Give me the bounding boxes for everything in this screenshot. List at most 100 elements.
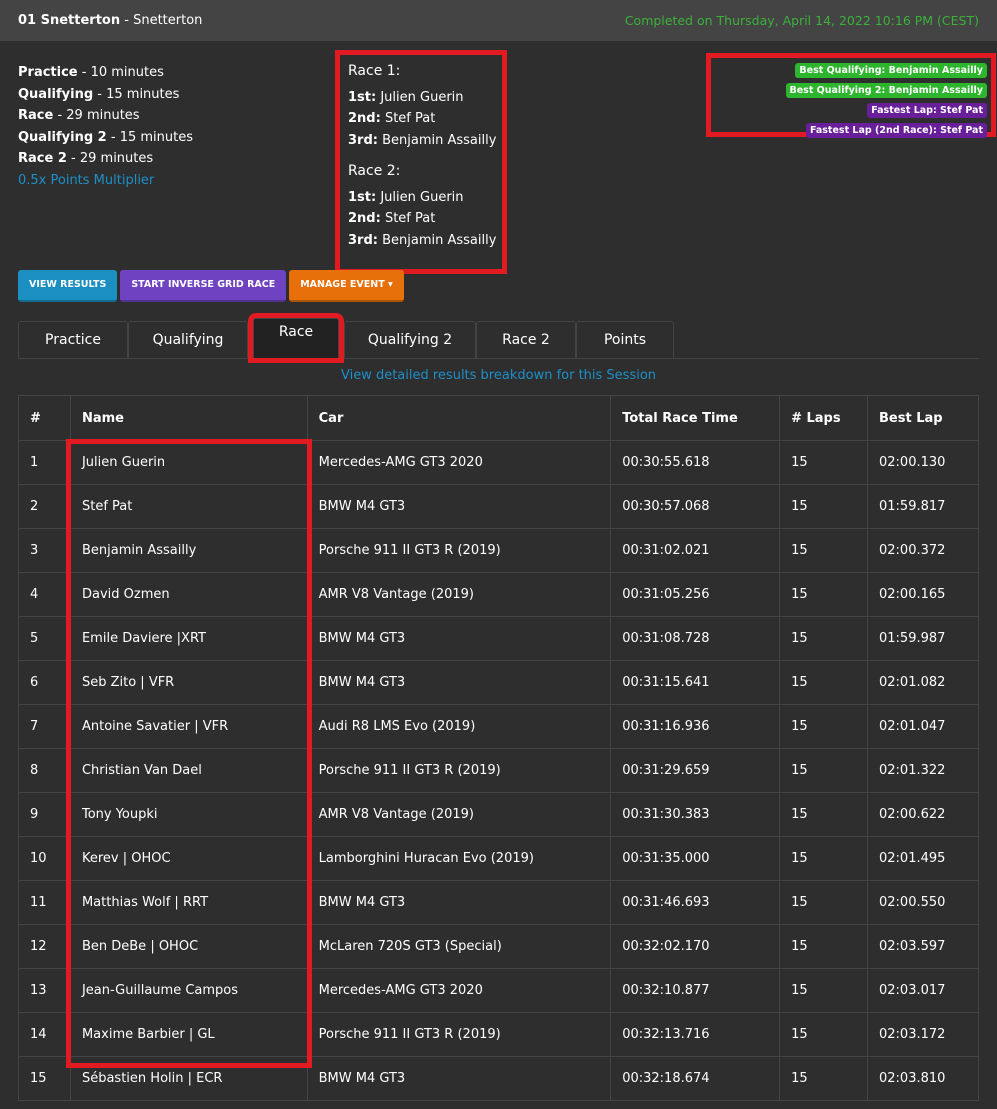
tab-race[interactable]: Race <box>248 313 344 363</box>
total-race-time-cell: 00:31:16.936 <box>610 704 781 749</box>
award-badge: Best Qualifying 2: Benjamin Assailly <box>785 83 987 98</box>
car-cell: McLaren 720S GT3 (Special) <box>306 924 612 969</box>
total-race-time-cell: 00:30:55.618 <box>610 440 781 485</box>
column-header[interactable]: Car <box>306 395 612 441</box>
highlight-annotation <box>66 439 312 1068</box>
laps-cell: 15 <box>779 748 868 793</box>
laps-cell: 15 <box>779 484 868 529</box>
total-race-time-cell: 00:32:13.716 <box>610 1012 781 1057</box>
position-cell: 1 <box>18 440 71 485</box>
session-tabs: Practice Qualifying Race Qualifying 2 Race 2… <box>18 313 979 363</box>
podium-place: 2nd: Stef Pat <box>348 211 436 226</box>
total-race-time-cell: 00:31:05.256 <box>610 572 781 617</box>
laps-cell: 15 <box>779 880 868 925</box>
car-cell: Mercedes-AMG GT3 2020 <box>306 968 612 1013</box>
podium-race-title: Race 2: <box>348 163 401 179</box>
total-race-time-cell: 00:31:08.728 <box>610 616 781 661</box>
best-lap-cell: 02:00.622 <box>867 792 979 837</box>
car-cell: Mercedes-AMG GT3 2020 <box>306 440 612 485</box>
tab-points[interactable]: Points <box>576 321 674 358</box>
column-header[interactable]: Best Lap <box>867 395 979 441</box>
laps-cell: 15 <box>779 572 868 617</box>
best-lap-cell: 02:03.172 <box>867 1012 979 1057</box>
event-header: 01 Snetterton - Snetterton Completed on … <box>0 0 997 41</box>
laps-cell: 15 <box>779 704 868 749</box>
tab-qualifying-2[interactable]: Qualifying 2 <box>344 321 476 358</box>
laps-cell: 15 <box>779 924 868 969</box>
detailed-results-link[interactable]: View detailed results breakdown for this… <box>0 368 997 383</box>
laps-cell: 15 <box>779 616 868 661</box>
car-cell: Lamborghini Huracan Evo (2019) <box>306 836 612 881</box>
total-race-time-cell: 00:30:57.068 <box>610 484 781 529</box>
position-cell: 5 <box>18 616 71 661</box>
position-cell: 3 <box>18 528 71 573</box>
position-cell: 6 <box>18 660 71 705</box>
best-lap-cell: 02:01.082 <box>867 660 979 705</box>
best-lap-cell: 02:01.495 <box>867 836 979 881</box>
points-multiplier: 0.5x Points Multiplier <box>18 172 155 188</box>
laps-cell: 15 <box>779 968 868 1013</box>
position-cell: 8 <box>18 748 71 793</box>
podium-place: 3rd: Benjamin Assailly <box>348 232 497 248</box>
best-lap-cell: 01:59.817 <box>867 484 979 529</box>
total-race-time-cell: 00:31:30.383 <box>610 792 781 837</box>
laps-cell: 15 <box>779 1012 868 1057</box>
total-race-time-cell: 00:31:15.641 <box>610 660 781 705</box>
total-race-time-cell: 00:31:02.021 <box>610 528 781 573</box>
position-cell: 12 <box>18 924 71 969</box>
car-cell: Porsche 911 II GT3 R (2019) <box>306 748 612 793</box>
best-lap-cell: 02:00.130 <box>867 440 979 485</box>
car-cell: BMW M4 GT3 <box>306 880 612 925</box>
award-badges: Best Qualifying: Benjamin Assailly Best Q… <box>706 53 996 138</box>
session-duration: Qualifying 2 - 15 minutes <box>18 129 193 145</box>
laps-cell: 15 <box>779 792 868 837</box>
tab-qualifying[interactable]: Qualifying <box>128 321 248 358</box>
best-lap-cell: 02:00.165 <box>867 572 979 617</box>
laps-cell: 15 <box>779 836 868 881</box>
car-cell: BMW M4 GT3 <box>306 484 612 529</box>
award-badge: Best Qualifying: Benjamin Assailly <box>795 63 987 78</box>
total-race-time-cell: 00:32:18.674 <box>610 1056 781 1101</box>
award-badge: Fastest Lap (2nd Race): Stef Pat <box>805 123 987 138</box>
start-inverse-grid-race-button[interactable]: START INVERSE GRID RACE <box>120 270 287 302</box>
best-lap-cell: 02:03.597 <box>867 924 979 969</box>
car-cell: Porsche 911 II GT3 R (2019) <box>306 1012 612 1057</box>
car-cell: AMR V8 Vantage (2019) <box>306 572 612 617</box>
best-lap-cell: 02:01.047 <box>867 704 979 749</box>
best-lap-cell: 02:01.322 <box>867 748 979 793</box>
position-cell: 7 <box>18 704 71 749</box>
podium-place: 3rd: Benjamin Assailly <box>348 132 497 148</box>
position-cell: 13 <box>18 968 71 1013</box>
best-lap-cell: 02:03.017 <box>867 968 979 1013</box>
best-lap-cell: 02:00.550 <box>867 880 979 925</box>
column-header[interactable]: # <box>18 395 71 441</box>
best-lap-cell: 02:00.372 <box>867 528 979 573</box>
podium-place: 2nd: Stef Pat <box>348 111 436 126</box>
tab-practice[interactable]: Practice <box>18 321 128 358</box>
car-cell: Porsche 911 II GT3 R (2019) <box>306 528 612 573</box>
session-duration: Practice - 10 minutes <box>18 65 164 80</box>
podium-place: 1st: Julien Guerin <box>348 189 464 205</box>
column-header[interactable]: Name <box>69 395 308 441</box>
position-cell: 10 <box>18 836 71 881</box>
total-race-time-cell: 00:32:10.877 <box>610 968 781 1013</box>
column-header[interactable]: # Laps <box>779 395 868 441</box>
car-cell: BMW M4 GT3 <box>306 1056 612 1101</box>
total-race-time-cell: 00:31:29.659 <box>610 748 781 793</box>
tab-race-2[interactable]: Race 2 <box>476 321 576 358</box>
position-cell: 15 <box>18 1056 71 1101</box>
podium-summary: Race 1: 1st: Julien Guerin 2nd: Stef Pat 3r… <box>335 50 507 274</box>
laps-cell: 15 <box>779 660 868 705</box>
best-lap-cell: 01:59.987 <box>867 616 979 661</box>
session-info: Practice - 10 minutes Qualifying - 15 min… <box>18 62 193 192</box>
position-cell: 9 <box>18 792 71 837</box>
column-header[interactable]: Total Race Time <box>610 395 781 441</box>
view-results-button[interactable]: VIEW RESULTS <box>18 270 118 302</box>
position-cell: 11 <box>18 880 71 925</box>
session-duration: Qualifying - 15 minutes <box>18 86 180 102</box>
award-badge: Fastest Lap: Stef Pat <box>867 103 987 118</box>
podium-race-title: Race 1: <box>348 63 401 79</box>
session-duration: Race - 29 minutes <box>18 108 140 124</box>
laps-cell: 15 <box>779 440 868 485</box>
manage-event-button[interactable]: MANAGE EVENT ▾ <box>289 270 404 302</box>
